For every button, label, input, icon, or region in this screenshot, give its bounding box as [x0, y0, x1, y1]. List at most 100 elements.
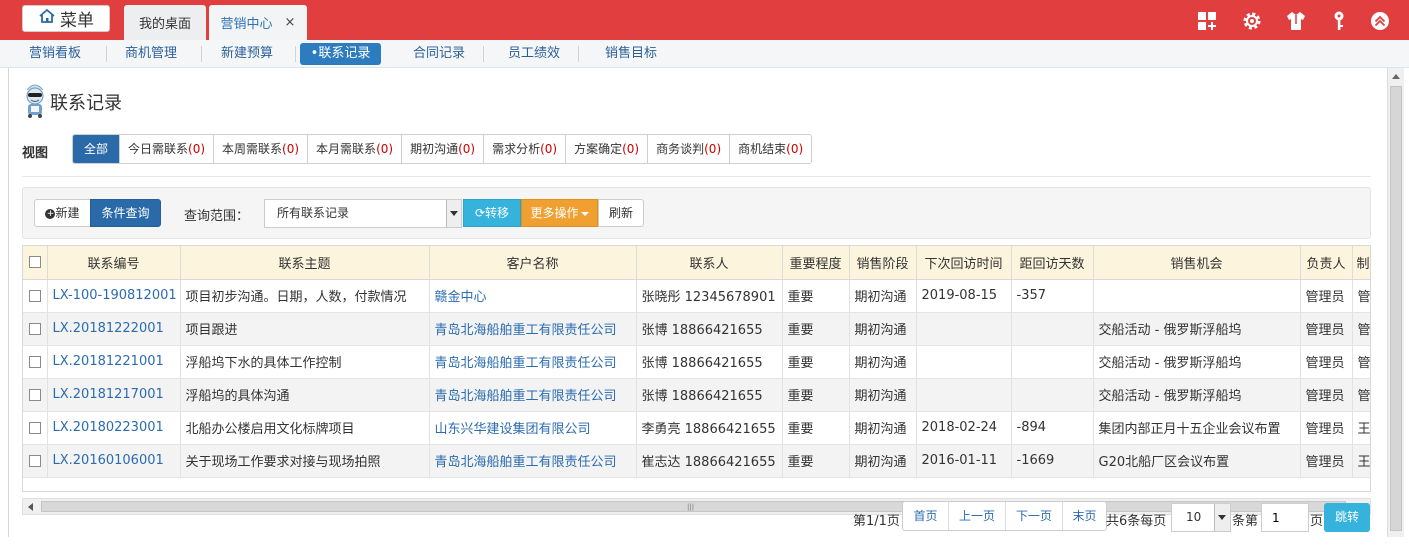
- query-button[interactable]: 条件查询: [90, 199, 161, 227]
- subnav-item-sales-target[interactable]: 销售目标: [594, 43, 668, 65]
- records-table: 联系编号 联系主题 客户名称 联系人 重要程度 销售阶段 下次回访时间 距回访天…: [22, 245, 1371, 492]
- row-checkbox[interactable]: [23, 444, 48, 478]
- more-actions-button[interactable]: 更多操作: [521, 199, 598, 227]
- filter-this-week[interactable]: 本周需联系(0): [214, 135, 309, 163]
- scrollbar-thumb[interactable]: [1390, 86, 1402, 531]
- table-row[interactable]: LX.20181221001 浮船坞下水的具体工作控制 青岛北海船舶重工有限责任…: [23, 345, 1370, 379]
- subnav-item-dashboard[interactable]: 营销看板: [18, 43, 92, 65]
- divider: [22, 176, 1371, 177]
- row-checkbox[interactable]: [23, 345, 48, 379]
- scroll-left-arrow-icon[interactable]: [28, 503, 33, 511]
- page-header: 联系记录: [22, 82, 122, 122]
- subnav-item-contact-records[interactable]: •联系记录: [300, 43, 381, 65]
- col-header[interactable]: 联系编号: [47, 246, 181, 280]
- page-size-select[interactable]: 10: [1171, 503, 1231, 532]
- col-header[interactable]: 制: [1352, 246, 1370, 280]
- filter-plan-confirmed[interactable]: 方案确定(0): [566, 135, 649, 163]
- col-header[interactable]: 联系主题: [180, 246, 430, 280]
- col-header[interactable]: 销售机会: [1093, 246, 1301, 280]
- col-header[interactable]: 销售阶段: [849, 246, 917, 280]
- tab-my-desktop[interactable]: 我的桌面: [124, 5, 206, 40]
- menu-button[interactable]: 菜单: [22, 5, 110, 32]
- range-select[interactable]: 所有联系记录: [264, 199, 462, 228]
- record-id-link[interactable]: LX.20181217001: [53, 387, 164, 402]
- scroll-up-arrow-icon[interactable]: [1392, 74, 1400, 79]
- subject-cell: 北船办公楼启用文化标牌项目: [180, 411, 430, 445]
- prev-page-button[interactable]: 上一页: [949, 502, 1006, 530]
- stage-cell: 期初沟通: [849, 345, 917, 379]
- shirt-icon[interactable]: [1285, 10, 1307, 32]
- stage-cell: 期初沟通: [849, 378, 917, 412]
- select-all-checkbox[interactable]: [23, 246, 48, 280]
- tab-label: 我的桌面: [138, 17, 191, 32]
- table-row[interactable]: LX-100-190812001 项目初步沟通。日期，人数，付款情况 赣金中心 …: [23, 279, 1370, 313]
- col-header[interactable]: 距回访天数: [1011, 246, 1094, 280]
- days-cell: [1011, 312, 1094, 346]
- contact-cell: 李勇亮 18866421655: [636, 411, 783, 445]
- caret-down-icon: [580, 211, 589, 216]
- record-id-link[interactable]: LX.20181222001: [53, 321, 164, 336]
- horizontal-scrollbar[interactable]: |||: [22, 498, 1371, 515]
- record-id-link[interactable]: LX-100-190812001: [53, 288, 177, 303]
- go-button[interactable]: 跳转: [1324, 503, 1370, 532]
- new-button[interactable]: +新建: [34, 199, 91, 227]
- customer-link[interactable]: 青岛北海船舶重工有限责任公司: [435, 389, 617, 404]
- col-header[interactable]: 联系人: [636, 246, 783, 280]
- col-header[interactable]: 负责人: [1300, 246, 1353, 280]
- next-page-button[interactable]: 下一页: [1006, 502, 1063, 530]
- grid-add-icon[interactable]: [1196, 10, 1218, 32]
- col-header[interactable]: 下次回访时间: [916, 246, 1012, 280]
- view-filter-group: 全部 今日需联系(0) 本周需联系(0) 本月需联系(0) 期初沟通(0) 需求…: [72, 134, 813, 164]
- subnav-item-budget[interactable]: 新建预算: [210, 43, 284, 65]
- owner-cell: 管理员: [1300, 378, 1353, 412]
- subnav-item-contracts[interactable]: 合同记录: [402, 43, 476, 65]
- record-id-link[interactable]: LX.20160106001: [53, 453, 164, 468]
- filter-negotiation[interactable]: 商务谈判(0): [648, 135, 731, 163]
- table-row[interactable]: LX.20181222001 项目跟进 青岛北海船舶重工有限责任公司 张博 18…: [23, 312, 1370, 346]
- subnav-item-performance[interactable]: 员工绩效: [497, 43, 571, 65]
- subject-cell: 项目初步沟通。日期，人数，付款情况: [180, 279, 430, 313]
- filter-this-month[interactable]: 本月需联系(0): [308, 135, 403, 163]
- subnav-item-opportunity[interactable]: 商机管理: [114, 43, 188, 65]
- transfer-button[interactable]: ⟳转移: [463, 199, 521, 227]
- col-header[interactable]: 重要程度: [782, 246, 850, 280]
- chevron-up-icon[interactable]: [1369, 10, 1391, 32]
- range-label: 查询范围：: [184, 209, 250, 224]
- total-label: 共6条每页: [1106, 514, 1167, 529]
- table-row[interactable]: LX.20181217001 浮船坞的具体沟通 青岛北海船舶重工有限责任公司 张…: [23, 378, 1370, 412]
- filter-today[interactable]: 今日需联系(0): [120, 135, 215, 163]
- tab-marketing-center[interactable]: 营销中心 ×: [209, 5, 307, 40]
- first-page-button[interactable]: 首页: [903, 502, 949, 530]
- stage-cell: 期初沟通: [849, 312, 917, 346]
- stage-cell: 期初沟通: [849, 411, 917, 445]
- next-visit-cell: [916, 312, 1012, 346]
- creator-cell: 王: [1352, 411, 1370, 445]
- row-checkbox[interactable]: [23, 279, 48, 313]
- filter-all[interactable]: 全部: [73, 135, 121, 163]
- refresh-button[interactable]: 刷新: [598, 199, 644, 227]
- col-header[interactable]: 客户名称: [429, 246, 637, 280]
- last-page-button[interactable]: 末页: [1063, 502, 1106, 530]
- customer-link[interactable]: 青岛北海船舶重工有限责任公司: [435, 323, 617, 338]
- row-checkbox[interactable]: [23, 378, 48, 412]
- row-checkbox[interactable]: [23, 312, 48, 346]
- filter-closed[interactable]: 商机结束(0): [730, 135, 812, 163]
- table-row[interactable]: LX.20160106001 关于现场工作要求对接与现场拍照 青岛北海船舶重工有…: [23, 444, 1370, 478]
- page-number-input[interactable]: [1261, 503, 1309, 532]
- close-icon[interactable]: ×: [285, 15, 296, 30]
- filter-initial-communication[interactable]: 期初沟通(0): [402, 135, 485, 163]
- customer-link[interactable]: 赣金中心: [435, 290, 487, 305]
- vertical-scrollbar[interactable]: [1387, 68, 1404, 537]
- customer-link[interactable]: 青岛北海船舶重工有限责任公司: [435, 356, 617, 371]
- customer-link[interactable]: 青岛北海船舶重工有限责任公司: [435, 455, 617, 470]
- record-id-link[interactable]: LX.20181221001: [53, 354, 164, 369]
- row-checkbox[interactable]: [23, 411, 48, 445]
- stage-cell: 期初沟通: [849, 279, 917, 313]
- gear-icon[interactable]: [1241, 10, 1263, 32]
- filter-needs-analysis[interactable]: 需求分析(0): [484, 135, 567, 163]
- record-id-link[interactable]: LX.20180223001: [53, 420, 164, 435]
- customer-link[interactable]: 山东兴华建设集团有限公司: [435, 422, 591, 437]
- importance-cell: 重要: [782, 378, 850, 412]
- table-row[interactable]: LX.20180223001 北船办公楼启用文化标牌项目 山东兴华建设集团有限公…: [23, 411, 1370, 445]
- key-icon[interactable]: [1328, 10, 1350, 32]
